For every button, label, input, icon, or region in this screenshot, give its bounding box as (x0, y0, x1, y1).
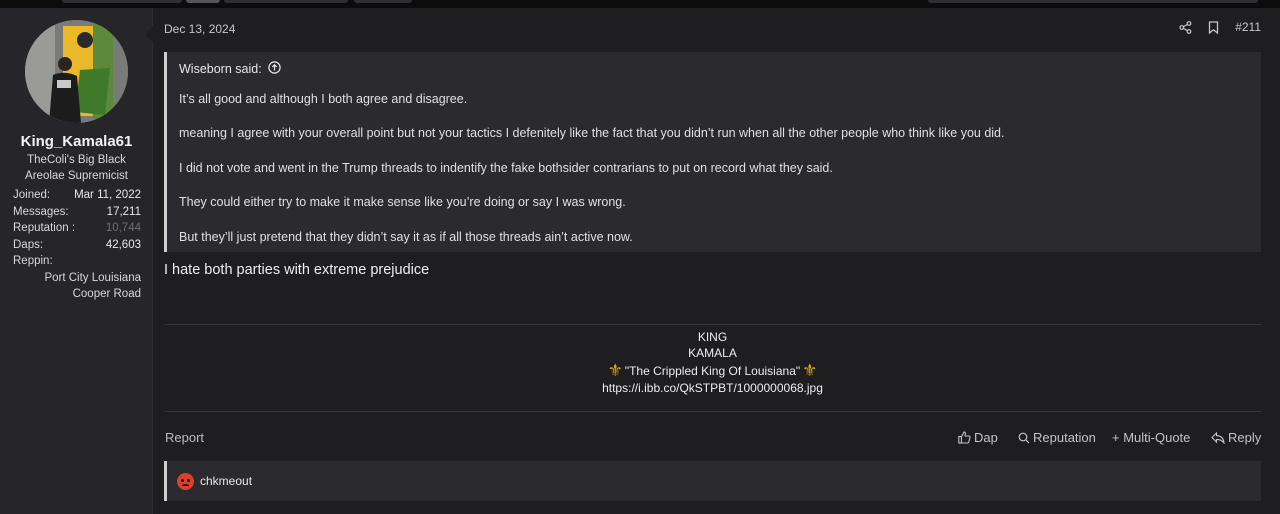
top-nav-strip (0, 0, 1280, 8)
quote-line: But they’ll just pretend that they didn’… (179, 229, 633, 244)
stat-joined: Joined: Mar 11, 2022 (13, 187, 141, 204)
nav-tab[interactable] (186, 0, 220, 3)
multi-quote-button[interactable]: + Multi-Quote (1112, 430, 1190, 445)
dap-button[interactable]: Dap (958, 430, 998, 445)
forum-post: King_Kamala61 TheColi's Big Black Areola… (0, 8, 1280, 514)
reply-button[interactable]: Reply (1211, 430, 1261, 445)
stat-messages: Messages: 17,211 (13, 204, 141, 221)
quote-author[interactable]: Wiseborn said: (179, 62, 262, 76)
stat-reppin-value: Port City Louisiana (44, 271, 141, 284)
stat-label: Messages: (13, 205, 69, 218)
user-sidebar: King_Kamala61 TheColi's Big Black Areola… (0, 8, 153, 514)
username[interactable]: King_Kamala61 (0, 133, 153, 150)
stat-label: Daps: (13, 238, 44, 251)
share-icon[interactable] (1179, 20, 1192, 34)
signature: KING KAMALA ⚜ "The Crippled King Of Loui… (164, 324, 1261, 412)
quote-body: It’s all good and although I both agree … (179, 92, 1249, 264)
stat-label: Reputation : (13, 222, 76, 234)
quote-line: I did not vote and went in the Trump thr… (179, 160, 833, 175)
quote-line: They could either try to make it make se… (179, 195, 626, 210)
user-title-line: TheColi's Big Black (27, 154, 126, 166)
thumbs-up-icon (958, 431, 971, 444)
stat-label: Reppin: (13, 255, 53, 267)
reply-label: Reply (1228, 430, 1262, 445)
stat-label: Joined: (13, 189, 51, 201)
quote-header[interactable]: Wiseborn said: (179, 61, 281, 77)
reply-icon (1211, 431, 1225, 444)
nav-tab[interactable] (354, 0, 412, 3)
signature-link[interactable]: https://i.ibb.co/QkSTPBT/1000000068.jpg (164, 381, 1261, 395)
reactions-bar[interactable]: chkmeout (164, 461, 1261, 501)
stat-reppin: Reppin: (13, 253, 141, 270)
nav-search[interactable] (928, 0, 1258, 3)
post-header-actions: #211 (1179, 20, 1261, 34)
stat-value[interactable]: 17,211 (107, 204, 141, 221)
avatar[interactable] (25, 20, 128, 123)
stat-value: 10,744 (105, 222, 141, 234)
quote-block: Wiseborn said: It’s all good and althoug… (164, 52, 1261, 252)
arrow-up-circle-icon[interactable] (267, 61, 281, 77)
stat-daps: Daps: 42,603 (13, 237, 141, 254)
signature-line: ⚜ "The Crippled King Of Louisiana" ⚜ (164, 362, 1261, 379)
reaction-user[interactable]: chkmeout (200, 474, 252, 488)
post-main: Dec 13, 2024 #211 Wiseborn said: It’s al… (145, 8, 1280, 514)
user-title: TheColi's Big Black Areolae Supremicist (0, 152, 153, 184)
search-icon (1018, 432, 1030, 443)
nav-tab[interactable] (62, 0, 182, 3)
reputation-label: Reputation (1033, 430, 1096, 445)
fleur-de-lis-icon: ⚜ (607, 361, 623, 380)
stat-value: 42,603 (105, 238, 141, 251)
stat-value: Mar 11, 2022 (74, 189, 141, 201)
nav-tab[interactable] (224, 0, 348, 3)
stat-reputation: Reputation : 10,744 (13, 220, 141, 237)
dap-label: Dap (974, 430, 998, 445)
post-pointer (145, 26, 153, 42)
post-date[interactable]: Dec 13, 2024 (164, 22, 235, 36)
post-body: I hate both parties with extreme prejudi… (164, 262, 430, 278)
signature-quote: "The Crippled King Of Louisiana" (624, 363, 801, 378)
quote-line: It’s all good and although I both agree … (179, 92, 468, 106)
angry-face-icon (177, 473, 194, 490)
post-footer: Report Dap Reputation + Multi-Quote Repl… (164, 428, 1261, 448)
user-stats: Joined: Mar 11, 2022 Messages: 17,211 Re… (13, 187, 141, 303)
quote-line: meaning I agree with your overall point … (179, 126, 1005, 141)
post-number[interactable]: #211 (1235, 20, 1261, 34)
fleur-de-lis-icon: ⚜ (802, 361, 818, 380)
bookmark-icon[interactable] (1208, 20, 1219, 34)
signature-line: KING (697, 330, 728, 344)
user-title-line: Areolae Supremicist (25, 170, 128, 182)
report-button[interactable]: Report (165, 430, 204, 445)
reputation-button[interactable]: Reputation (1018, 430, 1096, 445)
stat-reppin-value: Cooper Road (72, 288, 141, 300)
signature-line: KAMALA (688, 346, 737, 360)
